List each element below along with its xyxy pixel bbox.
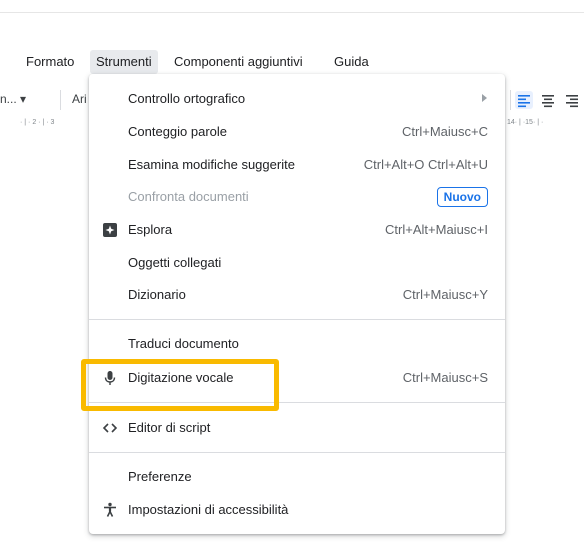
menu-item-editor-di-script[interactable]: Editor di script [89,412,505,444]
menu-item-label: Esplora [128,222,173,237]
align-right-icon[interactable] [563,91,581,109]
menu-item-controllo-ortografico[interactable]: Controllo ortografico [89,83,505,115]
accessibility-icon [104,502,116,517]
style-select[interactable]: n... ▾ [0,92,26,106]
menu-item-shortcut: Ctrl+Maiusc+Y [402,287,488,302]
menu-item-dizionario[interactable]: Dizionario Ctrl+Maiusc+Y [89,279,505,311]
menu-item-label: Oggetti collegati [128,255,222,270]
ruler-right-ticks: 14· | ·15· | · [507,119,544,126]
menu-componenti-aggiuntivi[interactable]: Componenti aggiuntivi [168,50,309,74]
ruler-left-ticks: · | · 2 · | · 3 [20,119,55,126]
menu-formato[interactable]: Formato [20,50,80,74]
menu-item-shortcut: Ctrl+Maiusc+S [402,370,488,385]
code-icon [102,423,118,433]
menu-divider [89,452,505,453]
align-left-icon[interactable] [515,91,533,109]
menu-item-label: Conteggio parole [128,124,228,139]
tools-menu-dropdown: Controllo ortografico Conteggio parole C… [89,74,505,534]
toolbar-divider [510,90,511,110]
menu-item-shortcut: Ctrl+Alt+Maiusc+I [385,222,488,237]
menu-item-shortcut: Ctrl+Alt+O Ctrl+Alt+U [363,157,488,172]
menu-item-traduci-documento[interactable]: Traduci documento [89,328,505,360]
menu-item-shortcut: Ctrl+Maiusc+C [402,124,488,139]
menu-divider [89,319,505,320]
menu-item-esamina-modifiche[interactable]: Esamina modifiche suggerite Ctrl+Alt+O C… [89,149,505,181]
menu-item-label: Impostazioni di accessibilità [128,502,289,517]
explore-icon [103,223,117,237]
menu-item-label: Editor di script [128,420,211,435]
menu-item-oggetti-collegati[interactable]: Oggetti collegati [89,247,505,279]
menu-item-esplora[interactable]: Esplora Ctrl+Alt+Maiusc+I [89,214,505,246]
menu-strumenti[interactable]: Strumenti [90,50,158,74]
submenu-arrow-icon [482,94,487,102]
menu-item-label: Traduci documento [128,336,239,351]
menu-item-conteggio-parole[interactable]: Conteggio parole Ctrl+Maiusc+C [89,116,505,148]
menu-item-label: Controllo ortografico [128,91,246,106]
highlight-box [81,359,279,411]
font-select[interactable]: Ari [72,92,87,106]
menu-item-confronta-documenti: Confronta documenti Nuovo [89,181,505,213]
align-center-icon[interactable] [539,91,557,109]
menu-bar: Formato Strumenti Componenti aggiuntivi … [0,50,584,74]
menu-item-label: Dizionario [128,287,186,302]
menu-item-label: Preferenze [128,469,192,484]
menu-item-label: Esamina modifiche suggerite [128,157,295,172]
window-top-strip [0,0,584,13]
new-badge: Nuovo [436,187,488,207]
menu-item-preferenze[interactable]: Preferenze [89,461,505,493]
toolbar-divider [60,90,61,110]
menu-item-label: Confronta documenti [128,189,249,204]
menu-guida[interactable]: Guida [328,50,375,74]
menu-item-accessibilita[interactable]: Impostazioni di accessibilità [89,494,505,526]
